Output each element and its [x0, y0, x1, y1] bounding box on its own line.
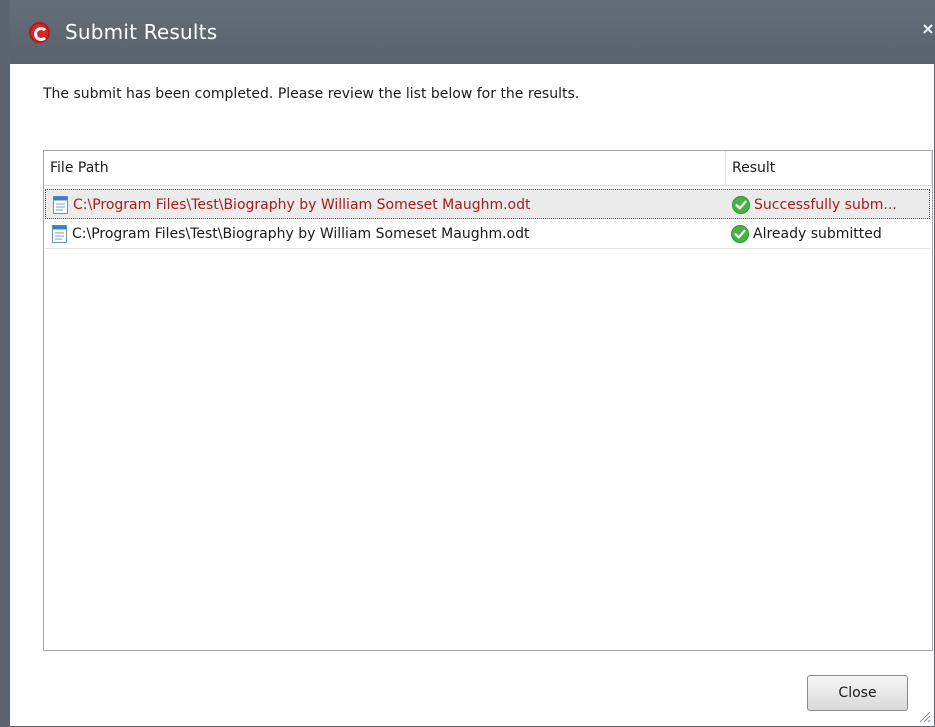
resize-grip-icon[interactable] — [917, 709, 931, 723]
document-icon — [53, 196, 68, 214]
column-header-result[interactable]: Result — [726, 151, 932, 185]
green-check-icon — [732, 196, 750, 214]
dialog-title: Submit Results — [65, 20, 218, 44]
table-row[interactable]: C:\Program Files\Test\Biography by Willi… — [45, 219, 930, 249]
results-list[interactable]: File Path Result C:\Program Files\Test\B… — [43, 150, 933, 651]
title-bar[interactable]: Submit Results × — [10, 0, 935, 64]
list-header: File Path Result — [44, 151, 932, 186]
document-icon — [52, 225, 67, 243]
column-header-file-path[interactable]: File Path — [44, 151, 726, 185]
file-path-cell: C:\Program Files\Test\Biography by Willi… — [73, 197, 531, 213]
submit-results-dialog: Submit Results × The submit has been com… — [0, 0, 935, 727]
green-check-icon — [731, 225, 749, 243]
close-icon[interactable]: × — [918, 19, 935, 39]
file-path-cell: C:\Program Files\Test\Biography by Willi… — [72, 226, 530, 242]
result-cell: Successfully subm... — [754, 197, 897, 213]
app-logo-icon — [29, 22, 50, 43]
result-cell: Already submitted — [753, 226, 882, 242]
table-row[interactable]: C:\Program Files\Test\Biography by Willi… — [45, 189, 930, 219]
status-message: The submit has been completed. Please re… — [43, 86, 580, 102]
close-button[interactable]: Close — [807, 675, 908, 711]
